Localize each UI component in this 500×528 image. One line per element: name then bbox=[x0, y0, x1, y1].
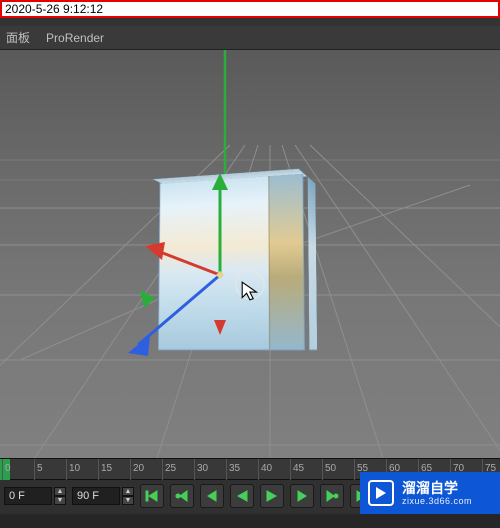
ruler-tick bbox=[98, 459, 99, 481]
ruler-tick bbox=[290, 459, 291, 481]
cube-face-front bbox=[158, 173, 305, 351]
next-key-button[interactable] bbox=[320, 484, 344, 508]
next-frame-button[interactable] bbox=[290, 484, 314, 508]
viewport-menu-bar: 面板 ProRender bbox=[0, 26, 500, 50]
mouse-cursor-icon bbox=[240, 280, 262, 302]
ruler-tick bbox=[2, 459, 3, 481]
ruler-tick bbox=[194, 459, 195, 481]
watermark-badge: 溜溜自学 zixue.3d66.com bbox=[360, 472, 500, 514]
start-frame-step-down[interactable]: ▼ bbox=[54, 496, 66, 505]
timestamp-text: 2020-5-26 9:12:12 bbox=[5, 2, 103, 16]
end-frame-input[interactable] bbox=[72, 487, 120, 505]
ruler-tick bbox=[34, 459, 35, 481]
timestamp-overlay: 2020-5-26 9:12:12 bbox=[0, 0, 500, 18]
ruler-tick bbox=[130, 459, 131, 481]
watermark-play-icon bbox=[368, 480, 394, 506]
ruler-tick bbox=[258, 459, 259, 481]
range-start-field: ▲ ▼ bbox=[4, 487, 66, 505]
textured-cube-object[interactable] bbox=[165, 176, 309, 350]
3d-viewport[interactable] bbox=[0, 50, 500, 458]
ruler-tick bbox=[354, 459, 355, 481]
ruler-tick bbox=[226, 459, 227, 481]
ruler-tick bbox=[322, 459, 323, 481]
ruler-tick bbox=[162, 459, 163, 481]
menu-panel[interactable]: 面板 bbox=[6, 29, 30, 46]
prev-frame-button[interactable] bbox=[200, 484, 224, 508]
play-backward-button[interactable] bbox=[230, 484, 254, 508]
goto-start-button[interactable] bbox=[140, 484, 164, 508]
status-bar bbox=[0, 514, 500, 528]
end-frame-step-up[interactable]: ▲ bbox=[122, 487, 134, 496]
cube-texture-detail bbox=[268, 172, 304, 350]
toolbar-strip bbox=[0, 18, 500, 26]
menu-prorender[interactable]: ProRender bbox=[46, 31, 104, 45]
range-end-field: ▲ ▼ bbox=[72, 487, 134, 505]
play-forward-button[interactable] bbox=[260, 484, 284, 508]
watermark-title: 溜溜自学 bbox=[402, 480, 472, 496]
ruler-tick bbox=[66, 459, 67, 481]
start-frame-input[interactable] bbox=[4, 487, 52, 505]
prev-key-button[interactable] bbox=[170, 484, 194, 508]
watermark-url: zixue.3d66.com bbox=[402, 496, 472, 506]
start-frame-step-up[interactable]: ▲ bbox=[54, 487, 66, 496]
end-frame-step-down[interactable]: ▼ bbox=[122, 496, 134, 505]
